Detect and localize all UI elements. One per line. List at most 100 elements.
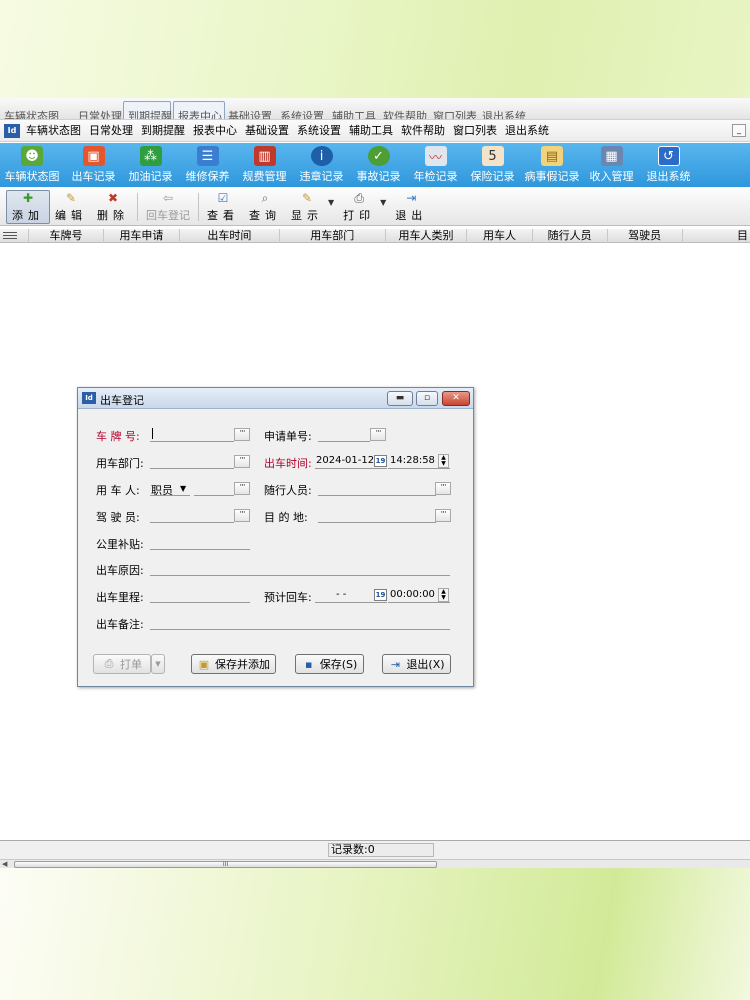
menu-tools[interactable]: 辅助工具 (345, 120, 397, 142)
col-driver[interactable]: 驾驶员 (608, 229, 683, 243)
view-button[interactable]: ☑ 查看 (202, 190, 244, 224)
chevron-down-icon[interactable]: ▼ (180, 484, 186, 493)
print-button[interactable]: ⎙ 打印 (338, 190, 380, 224)
user-input[interactable] (194, 495, 234, 496)
driver-input[interactable] (150, 522, 234, 523)
query-button[interactable]: ⌕ 查询 (244, 190, 286, 224)
violation-icon: i (310, 146, 333, 166)
module-vehicle-out[interactable]: ▣ 出车记录 (66, 143, 121, 187)
module-income[interactable]: ▦ 收入管理 (584, 143, 639, 187)
module-leave[interactable]: ▤ 病事假记录 (522, 143, 582, 187)
return-icon: ⇦ (162, 191, 174, 205)
print-dropdown-icon[interactable]: ▼ (380, 198, 386, 207)
companions-picker-button[interactable]: ··· (435, 482, 451, 495)
plate-picker-button[interactable]: ··· (234, 428, 250, 441)
module-repair[interactable]: ☰ 维修保养 (180, 143, 235, 187)
menu-system-settings[interactable]: 系统设置 (293, 120, 345, 142)
print-dropdown-button[interactable]: ▼ (151, 654, 165, 674)
menu-reports[interactable]: 报表中心 (189, 120, 241, 142)
department-picker-button[interactable]: ··· (234, 455, 250, 468)
request-no-picker-button[interactable]: ··· (370, 428, 386, 441)
text-caret (152, 428, 153, 439)
col-companions[interactable]: 随行人员 (533, 229, 608, 243)
remarks-label: 出车备注: (96, 618, 144, 631)
display-icon: ✎ (301, 191, 313, 205)
dialog-close-button[interactable]: ✕ (442, 391, 470, 406)
module-violation[interactable]: i 违章记录 (294, 143, 349, 187)
print-slip-button[interactable]: ⎙ 打单 (93, 654, 151, 674)
delete-button[interactable]: ✖ 删除 (92, 190, 134, 224)
module-insurance[interactable]: 5 保险记录 (465, 143, 520, 187)
destination-picker-button[interactable]: ··· (435, 509, 451, 522)
menu-help[interactable]: 软件帮助 (397, 120, 449, 142)
time-spinner-icon[interactable]: ▲ ▼ (438, 588, 449, 602)
return-date-underline (315, 602, 387, 603)
mileage-allowance-input[interactable] (150, 549, 250, 550)
add-label: 添加 (12, 208, 44, 222)
menu-exit[interactable]: 退出系统 (501, 120, 553, 142)
companions-input[interactable] (318, 495, 436, 496)
return-time-value[interactable]: 00:00:00 (390, 589, 435, 600)
module-accident[interactable]: ✓ 事故记录 (351, 143, 406, 187)
display-button[interactable]: ✎ 显示 (286, 190, 328, 224)
module-label: 事故记录 (356, 170, 401, 183)
depart-time-value[interactable]: 14:28:58 (390, 455, 435, 466)
dialog-minimize-button[interactable]: ▬ (387, 391, 413, 406)
module-fees[interactable]: ▥ 规费管理 (237, 143, 292, 187)
mileage-input[interactable] (150, 602, 250, 603)
module-vehicle-status[interactable]: ☻ 车辆状态图 (0, 143, 64, 187)
request-no-input[interactable] (318, 441, 370, 442)
module-inspection[interactable]: 〰 年检记录 (408, 143, 463, 187)
dialog-maximize-button[interactable]: ▫ (416, 391, 438, 406)
calendar-icon[interactable]: 19 (374, 455, 387, 467)
module-label: 维修保养 (185, 170, 230, 183)
menu-reminders[interactable]: 到期提醒 (137, 120, 189, 142)
ghost-tab: 辅助工具 (332, 110, 376, 120)
return-register-button[interactable]: ⇦ 回车登记 (141, 190, 195, 224)
save-label: 保存(S) (319, 658, 358, 671)
plate-input[interactable] (150, 441, 234, 442)
menu-basic-settings[interactable]: 基础设置 (241, 120, 293, 142)
destination-input[interactable] (318, 522, 436, 523)
delete-icon: ✖ (107, 191, 119, 205)
col-user-type[interactable]: 用车人类别 (386, 229, 468, 243)
depart-time-label: 出车时间: (264, 457, 312, 470)
module-fuel[interactable]: ⁂ 加油记录 (123, 143, 178, 187)
department-input[interactable] (150, 468, 234, 469)
menu-daily[interactable]: 日常处理 (85, 120, 137, 142)
menu-vehicle-status[interactable]: 车辆状态图 (22, 120, 85, 142)
horizontal-scrollbar[interactable]: ◀ III (0, 859, 750, 868)
save-button[interactable]: ▪ 保存(S) (295, 654, 364, 674)
mileage-label: 出车里程: (96, 591, 144, 604)
module-exit-system[interactable]: ↺ 退出系统 (641, 143, 696, 187)
module-label: 加油记录 (128, 170, 173, 183)
menu-windows[interactable]: 窗口列表 (449, 120, 501, 142)
remarks-input[interactable] (150, 629, 450, 630)
col-request[interactable]: 用车申请 (104, 229, 180, 243)
reason-input[interactable] (150, 575, 450, 576)
col-destination[interactable]: 目 (683, 229, 750, 243)
depart-date-value[interactable]: 2024-01-12 (316, 455, 374, 466)
col-department[interactable]: 用车部门 (280, 229, 386, 243)
action-toolbar: ✚ 添加 ✎ 编辑 ✖ 删除 ⇦ 回车登记 ☑ 查看 ⌕ 查询 ✎ 显示 ▼ ⎙… (0, 188, 750, 226)
minimize-button[interactable]: _ (732, 124, 746, 137)
module-label: 车辆状态图 (4, 170, 60, 183)
add-button[interactable]: ✚ 添加 (6, 189, 50, 224)
driver-picker-button[interactable]: ··· (234, 509, 250, 522)
col-plate[interactable]: 车牌号 (29, 229, 104, 243)
time-spinner-icon[interactable]: ▲ ▼ (438, 454, 449, 468)
edit-button[interactable]: ✎ 编辑 (50, 190, 92, 224)
scroll-left-icon[interactable]: ◀ (2, 860, 7, 868)
save-and-add-button[interactable]: ▣ 保存并添加 (191, 654, 276, 674)
calendar-icon[interactable]: 19 (374, 589, 387, 601)
user-picker-button[interactable]: ··· (234, 482, 250, 495)
exit-dialog-button[interactable]: ⇥ 退出(X) (382, 654, 451, 674)
module-label: 规费管理 (242, 170, 287, 183)
exit-button[interactable]: ⇥ 退出 (390, 190, 432, 224)
return-date-value[interactable]: - - (336, 589, 346, 600)
display-dropdown-icon[interactable]: ▼ (328, 198, 334, 207)
scroll-thumb[interactable]: III (14, 861, 437, 868)
accident-icon: ✓ (367, 146, 390, 166)
col-user[interactable]: 用车人 (467, 229, 533, 243)
col-depart-time[interactable]: 出车时间 (180, 229, 280, 243)
